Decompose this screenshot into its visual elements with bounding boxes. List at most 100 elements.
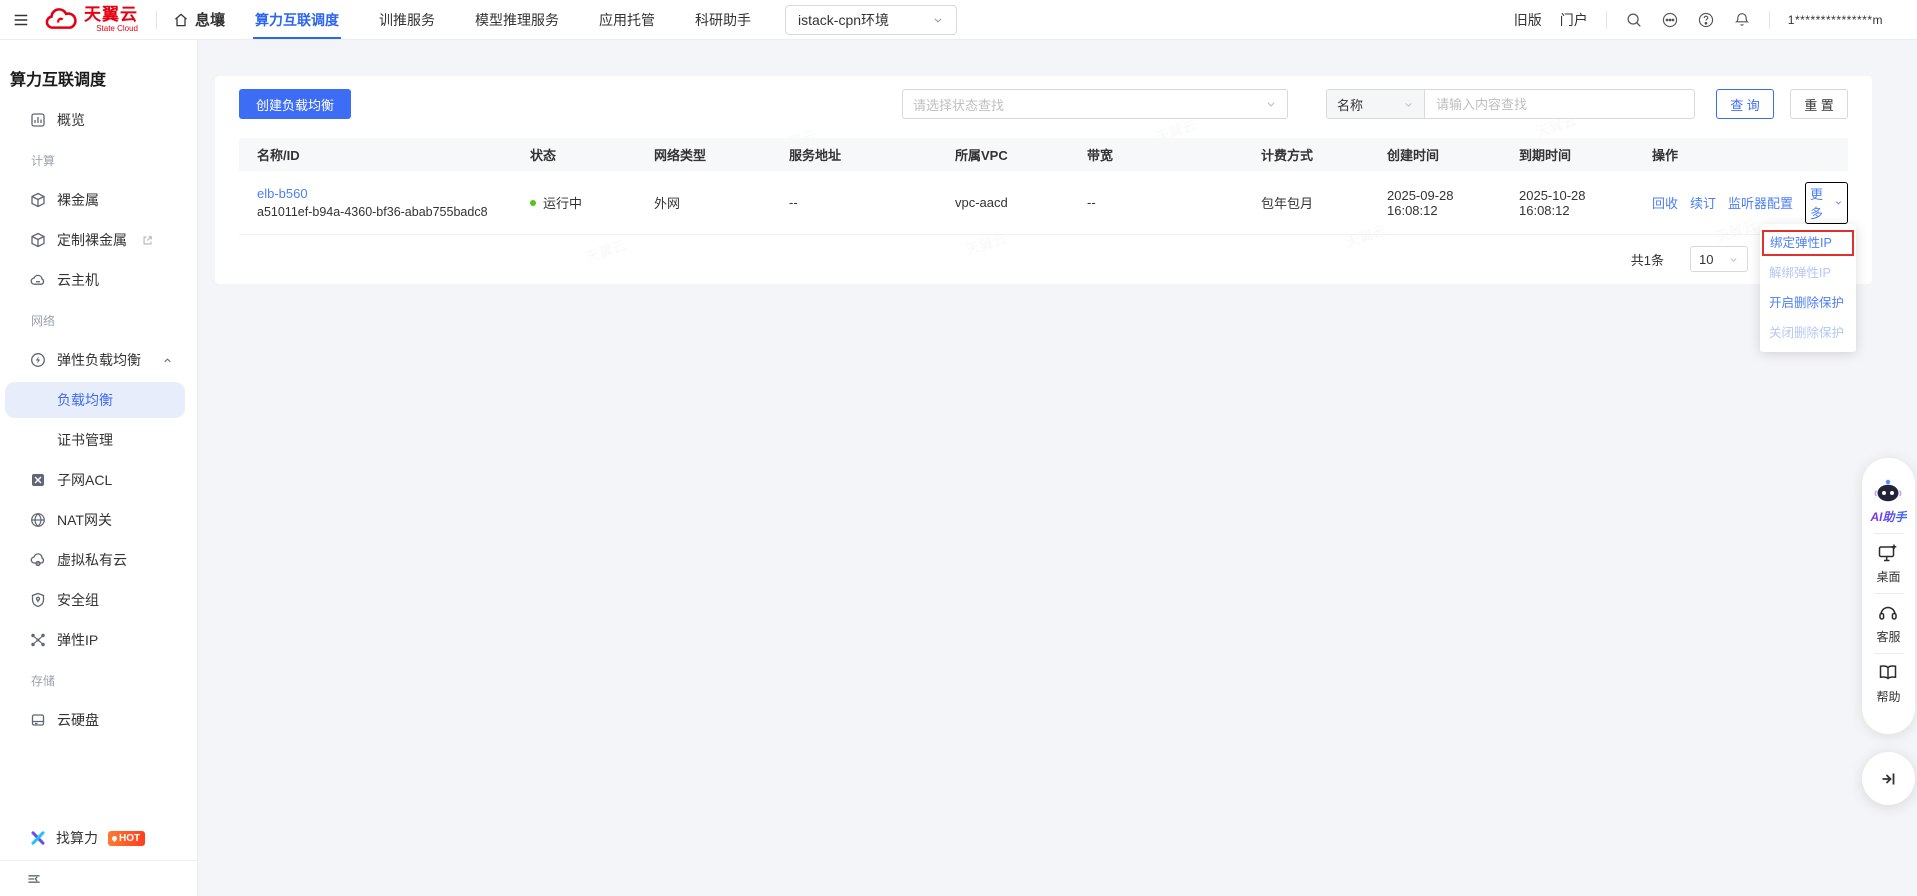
table-row: elb-b560 a51011ef-b94a-4360-bf36-abab755… (239, 171, 1848, 235)
sidebar-item-label: 云硬盘 (57, 712, 99, 728)
load-balancer-icon (30, 352, 46, 368)
portal-link[interactable]: 门户 (1560, 10, 1588, 30)
lb-id: a51011ef-b94a-4360-bf36-abab755badc8 (257, 205, 488, 219)
find-compute-icon (30, 830, 46, 846)
old-version-link[interactable]: 旧版 (1514, 10, 1542, 30)
create-load-balancer-button[interactable]: 创建负载均衡 (239, 89, 352, 119)
renew-action[interactable]: 续订 (1690, 193, 1716, 212)
find-compute-label: 找算力 (56, 830, 98, 846)
recycle-action[interactable]: 回收 (1652, 193, 1678, 212)
sidebar-item-vpc[interactable]: 虚拟私有云 (0, 540, 197, 580)
cell-network-type: 外网 (654, 196, 681, 211)
sidebar-item-overview[interactable]: 概览 (0, 100, 197, 140)
ai-assistant-label: AI助手 (1870, 510, 1907, 524)
logo-subtitle: State Cloud (96, 24, 138, 33)
tab-app-hosting[interactable]: 应用托管 (579, 0, 675, 39)
status-dot-icon (530, 199, 536, 206)
sidebar-subitem-load-balancer[interactable]: 负载均衡 (5, 382, 185, 418)
sidebar-item-label: 定制裸金属 (57, 232, 127, 248)
environment-select[interactable]: istack-cpn环境 (785, 4, 958, 35)
help-button[interactable]: 帮助 (1876, 654, 1901, 713)
sidebar-bottom: 找算力 HOT (0, 816, 197, 896)
column-header: 创建时间 (1387, 148, 1440, 163)
sidebar-item-elb[interactable]: 弹性负载均衡 (0, 340, 197, 380)
cell-bandwidth: -- (1087, 195, 1096, 210)
column-header: 到期时间 (1519, 148, 1572, 163)
load-balancer-table: 名称/ID 状态 网络类型 服务地址 所属VPC 带宽 计费方式 创建时间 到期… (239, 138, 1848, 235)
more-actions-button[interactable]: 更多 (1805, 181, 1848, 224)
tab-training-service[interactable]: 训推服务 (359, 0, 455, 39)
reset-button[interactable]: 重 置 (1790, 89, 1848, 119)
top-nav-tabs: 算力互联调度 训推服务 模型推理服务 应用托管 科研助手 (235, 0, 771, 39)
lb-name-link[interactable]: elb-b560 (257, 186, 308, 201)
hamburger-menu-icon[interactable] (0, 11, 44, 29)
search-field-value: 名称 (1337, 97, 1364, 113)
search-input[interactable] (1425, 90, 1694, 118)
sidebar-section-storage: 存储 (31, 673, 56, 688)
divider (1768, 10, 1770, 29)
nav-home[interactable]: 息壤 (173, 9, 225, 30)
sidebar-title: 算力互联调度 (10, 72, 107, 89)
cube-icon (30, 232, 46, 248)
sidebar-item-cloud-host[interactable]: 云主机 (0, 260, 197, 300)
tab-model-inference[interactable]: 模型推理服务 (455, 0, 579, 39)
sidebar-item-elastic-ip[interactable]: 弹性IP (0, 620, 197, 660)
desktop-icon (1879, 544, 1897, 562)
help-book-icon (1880, 665, 1897, 680)
query-button[interactable]: 查 询 (1716, 89, 1774, 119)
status-text: 运行中 (543, 196, 583, 211)
support-button[interactable]: 客服 (1876, 594, 1901, 653)
menu-item-bind-eip[interactable]: 绑定弹性IP (1762, 230, 1854, 256)
ellipsis-circle-icon[interactable] (1661, 11, 1679, 29)
sidebar-item-bare-metal[interactable]: 裸金属 (0, 180, 197, 220)
chevron-up-icon (162, 355, 173, 366)
more-actions-menu: 绑定弹性IP 解绑弹性IP 开启删除保护 关闭删除保护 (1760, 224, 1856, 352)
ai-robot-icon (1874, 479, 1902, 502)
sidebar-item-cloud-disk[interactable]: 云硬盘 (0, 700, 197, 740)
home-icon (174, 13, 188, 26)
cell-service-address: -- (789, 195, 798, 210)
total-count: 共1条 (1630, 252, 1664, 268)
sidebar-item-nat-gateway[interactable]: NAT网关 (0, 500, 197, 540)
logo-title: 天翼云 (84, 5, 138, 24)
sidebar-section-network: 网络 (31, 313, 56, 328)
cell-status: 运行中 (512, 171, 636, 234)
find-compute-link[interactable]: 找算力 HOT (0, 816, 197, 860)
status-filter-select[interactable]: 请选择状态查找 (902, 89, 1288, 119)
cell-name-id: elb-b560 a51011ef-b94a-4360-bf36-abab755… (239, 171, 512, 234)
tab-research-assistant[interactable]: 科研助手 (675, 0, 771, 39)
sidebar-collapse-button[interactable] (0, 860, 197, 896)
sidebar-section-compute: 计算 (31, 153, 56, 168)
sidebar-item-label: NAT网关 (57, 512, 112, 528)
username[interactable]: 1***************m (1788, 13, 1883, 27)
collapse-toolbar-button[interactable] (1862, 752, 1915, 805)
page-size-select[interactable]: 10 (1690, 246, 1748, 272)
search-field-select[interactable]: 名称 (1327, 90, 1425, 118)
sidebar-item-custom-bare-metal[interactable]: 定制裸金属 (0, 220, 197, 260)
brand-logo[interactable]: 天翼云 State Cloud (44, 6, 156, 33)
sidebar-item-subnet-acl[interactable]: 子网ACL (0, 460, 197, 500)
listener-config-action[interactable]: 监听器配置 (1728, 193, 1793, 212)
desktop-button[interactable]: 桌面 (1876, 534, 1901, 593)
sidebar-item-label: 裸金属 (57, 192, 99, 208)
help-circle-icon[interactable] (1697, 11, 1715, 29)
menu-item-disable-delete-protection: 关闭删除保护 (1769, 326, 1845, 340)
ai-assistant-button[interactable]: AI助手 (1870, 470, 1907, 533)
load-balancer-panel: 天翼云 天翼云 天翼云 天翼云 天翼云 天翼云 天翼云 天翼云 创建负载均衡 请… (215, 76, 1872, 284)
cloud-logo-icon (45, 7, 77, 29)
sidebar-item-security-group[interactable]: 安全组 (0, 580, 197, 620)
notification-bell-icon[interactable] (1733, 11, 1751, 29)
column-header: 名称/ID (257, 148, 300, 163)
sidebar-item-label: 弹性IP (57, 632, 99, 648)
shield-icon (30, 592, 46, 608)
menu-item-enable-delete-protection[interactable]: 开启删除保护 (1760, 288, 1856, 318)
cloud-icon (30, 272, 46, 288)
column-header: 带宽 (1087, 148, 1114, 163)
tab-compute-scheduling[interactable]: 算力互联调度 (235, 0, 359, 39)
cell-billing: 包年包月 (1261, 196, 1314, 211)
overview-icon (30, 112, 46, 128)
sidebar-subitem-certificate-management[interactable]: 证书管理 (0, 420, 197, 460)
search-icon[interactable] (1625, 11, 1643, 29)
topbar: 天翼云 State Cloud 息壤 算力互联调度 训推服务 模型推理服务 应用… (0, 0, 1917, 40)
nodes-icon (30, 632, 46, 648)
